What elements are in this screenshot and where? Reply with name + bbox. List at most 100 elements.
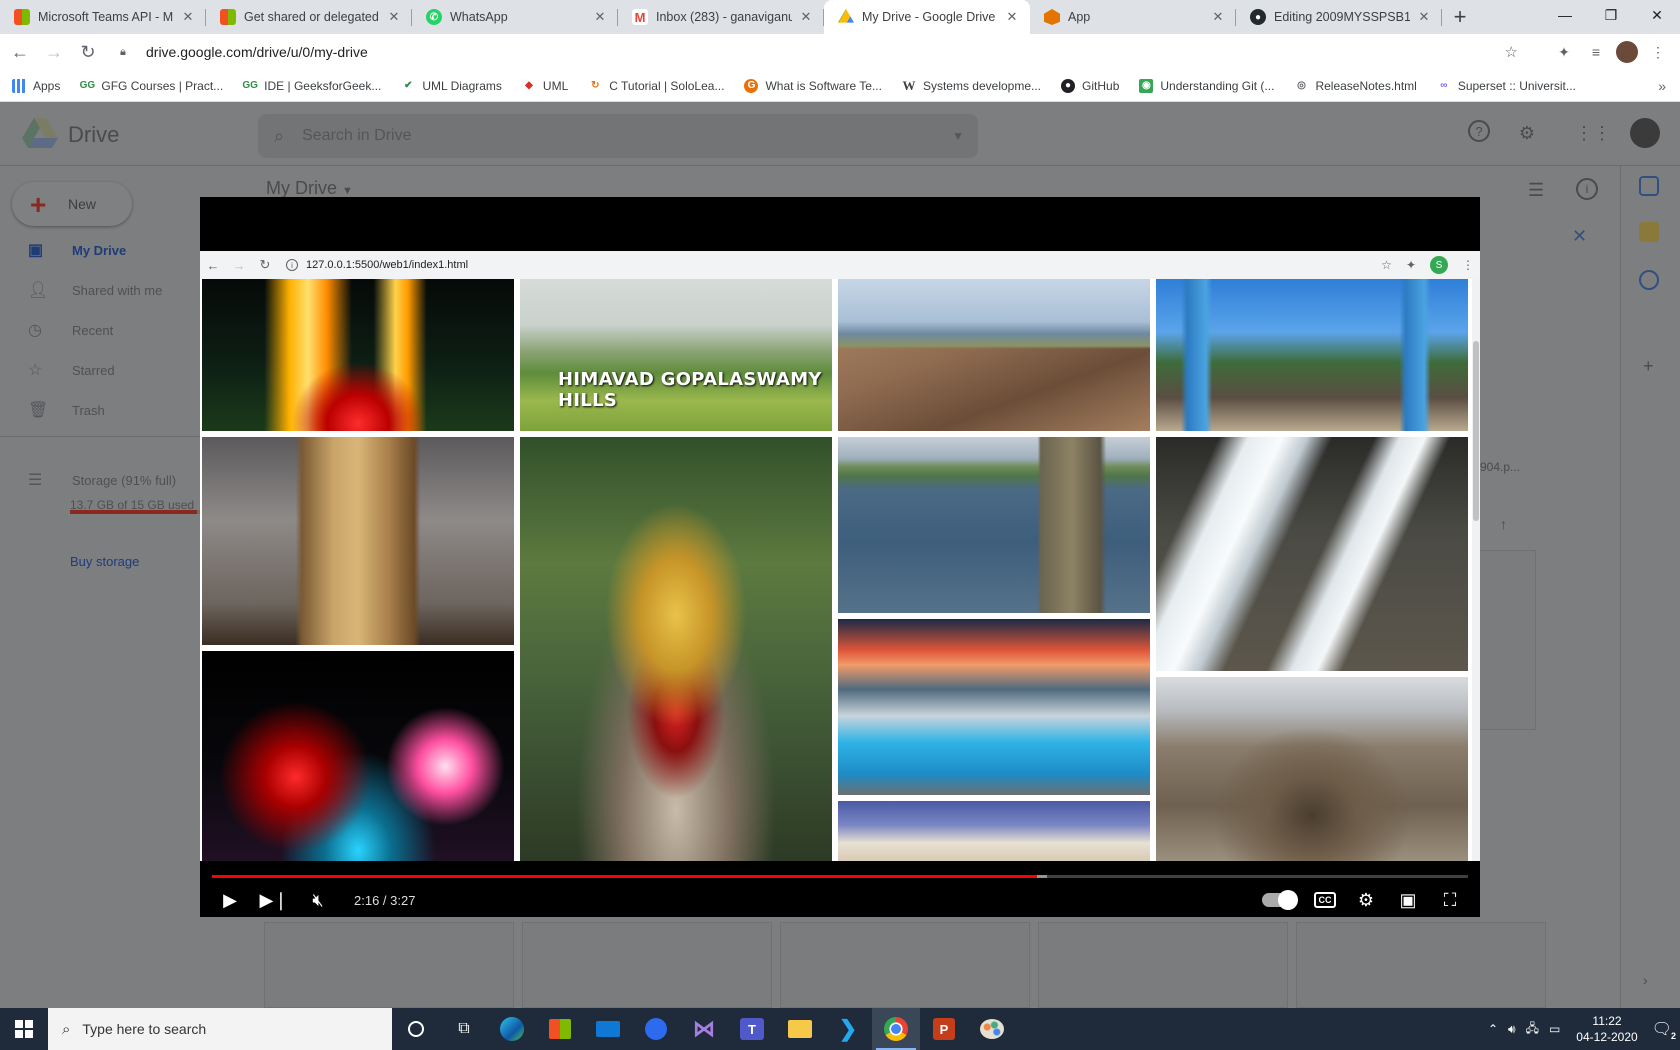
close-icon[interactable]: ✕ bbox=[798, 9, 814, 25]
notification-center-icon[interactable]: 🗨︎ 2 bbox=[1652, 1019, 1676, 1041]
search-options-icon[interactable]: ▼ bbox=[952, 129, 964, 143]
fullscreen-icon[interactable]: ⛶ bbox=[1438, 888, 1462, 912]
bookmark-item[interactable]: ◆ UML bbox=[522, 79, 568, 93]
apps-grid-icon[interactable]: ⋮⋮ bbox=[1575, 120, 1611, 146]
browser-tab[interactable]: App ✕ bbox=[1030, 0, 1236, 34]
add-addon-icon[interactable]: + bbox=[1643, 356, 1654, 377]
miniplayer-icon[interactable]: ▣ bbox=[1396, 888, 1420, 912]
bookmark-item[interactable]: ● GitHub bbox=[1061, 78, 1119, 93]
bookmark-item[interactable]: GG GFG Courses | Pract... bbox=[80, 79, 224, 93]
extensions-icon[interactable]: ✦ bbox=[1552, 40, 1576, 64]
captions-icon[interactable]: CC bbox=[1314, 892, 1336, 908]
sidebar-item-storage[interactable]: ☰ Storage (91% full) bbox=[28, 470, 176, 490]
video-progress-bar[interactable] bbox=[212, 875, 1468, 878]
cortana-button[interactable] bbox=[392, 1008, 440, 1050]
close-icon[interactable]: ✕ bbox=[386, 9, 402, 25]
expand-panel-icon[interactable]: › bbox=[1643, 972, 1648, 988]
bookmark-item[interactable]: GG IDE | GeeksforGeek... bbox=[242, 79, 381, 93]
file-thumbnail[interactable] bbox=[1038, 922, 1288, 1008]
settings-icon[interactable]: ⚙ bbox=[1514, 120, 1540, 146]
back-icon[interactable]: ← bbox=[6, 38, 34, 66]
tasks-icon[interactable] bbox=[1639, 270, 1659, 290]
close-icon[interactable]: ✕ bbox=[592, 9, 608, 25]
forward-icon[interactable]: → bbox=[40, 38, 68, 66]
browser-tab[interactable]: M Inbox (283) - ganaviganu3 ✕ bbox=[618, 0, 824, 34]
browser-tab[interactable]: ✆ WhatsApp ✕ bbox=[412, 0, 618, 34]
bookmark-item[interactable]: W Systems developme... bbox=[902, 78, 1041, 93]
browser-tab[interactable]: Get shared or delegated O ✕ bbox=[206, 0, 412, 34]
file-thumbnail[interactable] bbox=[780, 922, 1030, 1008]
drive-logo-icon[interactable] bbox=[22, 118, 58, 148]
browser-tab[interactable]: ● Editing 2009MYSSPSB1_W ✕ bbox=[1236, 0, 1442, 34]
media-controls-icon[interactable]: ≡ bbox=[1584, 40, 1608, 64]
bookmark-star-icon[interactable]: ☆ bbox=[1505, 43, 1518, 61]
autoplay-toggle[interactable] bbox=[1262, 890, 1298, 910]
chrome-app[interactable] bbox=[872, 1008, 920, 1050]
close-icon[interactable]: ✕ bbox=[1210, 9, 1226, 25]
volume-icon[interactable]: 🔊︎ bbox=[1508, 1022, 1516, 1037]
clock[interactable]: 11:22 04-12-2020 bbox=[1576, 1013, 1637, 1045]
close-icon[interactable]: ✕ bbox=[1416, 9, 1432, 25]
file-thumbnail[interactable] bbox=[264, 922, 514, 1008]
paint-app[interactable] bbox=[968, 1008, 1016, 1050]
close-window-icon[interactable]: ✕ bbox=[1634, 0, 1680, 30]
browser-tab[interactable]: Microsoft Teams API - Micr ✕ bbox=[0, 0, 206, 34]
calendar-icon[interactable] bbox=[1639, 176, 1659, 196]
tray-overflow-icon[interactable]: ⌃ bbox=[1488, 1022, 1498, 1036]
address-bar[interactable]: 🔒︎ drive.google.com/drive/u/0/my-drive ☆ bbox=[110, 38, 1526, 66]
account-avatar[interactable] bbox=[1630, 118, 1660, 148]
new-button[interactable]: + New bbox=[12, 182, 132, 226]
sidebar-item-starred[interactable]: ☆ Starred bbox=[28, 360, 115, 380]
reload-icon[interactable]: ↻ bbox=[74, 38, 102, 66]
edge-app[interactable] bbox=[488, 1008, 536, 1050]
page-title[interactable]: My Drive ▼ bbox=[266, 178, 353, 199]
task-view-button[interactable]: ⧉ bbox=[440, 1008, 488, 1050]
lock-icon[interactable]: 🔒︎ bbox=[120, 46, 134, 59]
bookmark-item[interactable]: ◉ Understanding Git (... bbox=[1139, 78, 1274, 93]
visual-studio-app[interactable]: ⋈ bbox=[680, 1008, 728, 1050]
bookmark-item[interactable]: ✔ UML Diagrams bbox=[401, 79, 502, 93]
help-icon[interactable]: ? bbox=[1468, 120, 1490, 142]
vscode-app[interactable]: ❯ bbox=[824, 1008, 872, 1050]
start-button[interactable] bbox=[0, 1008, 48, 1050]
restore-icon[interactable]: ❐ bbox=[1588, 0, 1634, 30]
new-tab-button[interactable]: + bbox=[1442, 0, 1478, 34]
info-icon[interactable]: i bbox=[1576, 178, 1598, 200]
bookmark-item[interactable]: ∞ Superset :: Universit... bbox=[1437, 79, 1576, 93]
network-icon[interactable]: 🖧 bbox=[1526, 1019, 1539, 1040]
sidebar-item-shared[interactable]: 👤︎ Shared with me bbox=[28, 280, 162, 300]
buy-storage-link[interactable]: Buy storage bbox=[70, 554, 139, 569]
drive-search-input[interactable]: ⌕ Search in Drive ▼ bbox=[258, 114, 978, 158]
muted-volume-icon[interactable]: 🔇︎ bbox=[306, 888, 330, 912]
battery-icon[interactable]: ▭ bbox=[1549, 1022, 1560, 1036]
bookmark-item[interactable]: G What is Software Te... bbox=[744, 78, 882, 93]
bookmark-item[interactable]: ↻ C Tutorial | SoloLea... bbox=[588, 79, 724, 93]
teams-app[interactable]: T bbox=[728, 1008, 776, 1050]
close-icon[interactable]: ✕ bbox=[180, 9, 196, 25]
sort-arrow-icon[interactable]: ↑ bbox=[1500, 516, 1507, 532]
profile-avatar[interactable] bbox=[1616, 41, 1638, 63]
settings-icon[interactable]: ⚙ bbox=[1354, 888, 1378, 912]
file-thumbnail[interactable] bbox=[522, 922, 772, 1008]
powerpoint-app[interactable]: P bbox=[920, 1008, 968, 1050]
mail-app[interactable] bbox=[584, 1008, 632, 1050]
close-icon[interactable]: ✕ bbox=[1572, 226, 1587, 247]
close-icon[interactable]: ✕ bbox=[1004, 9, 1020, 25]
keep-icon[interactable] bbox=[1639, 222, 1659, 242]
signal-app[interactable] bbox=[632, 1008, 680, 1050]
more-bookmarks-icon[interactable]: » bbox=[1658, 78, 1666, 94]
sidebar-item-my-drive[interactable]: ▣ My Drive bbox=[28, 240, 126, 260]
play-icon[interactable]: ▶ bbox=[218, 888, 242, 912]
browser-tab-active[interactable]: My Drive - Google Drive ✕ bbox=[824, 0, 1030, 34]
store-app[interactable] bbox=[536, 1008, 584, 1050]
bookmark-item[interactable]: ◎ ReleaseNotes.html bbox=[1294, 79, 1417, 93]
sidebar-item-trash[interactable]: 🗑︎ Trash bbox=[28, 400, 105, 420]
drive-app-name[interactable]: Drive bbox=[68, 122, 119, 148]
video-player[interactable]: ← → ↻ i 127.0.0.1:5500/web1/index1.html … bbox=[200, 197, 1480, 917]
taskbar-search-input[interactable]: ⌕ Type here to search bbox=[48, 1008, 392, 1050]
list-view-icon[interactable]: ☰ bbox=[1528, 180, 1544, 201]
file-thumbnail[interactable] bbox=[1296, 922, 1546, 1008]
next-icon[interactable]: ▶❘ bbox=[260, 888, 289, 912]
sidebar-item-recent[interactable]: ◷ Recent bbox=[28, 320, 113, 340]
bookmark-item[interactable]: Apps bbox=[12, 78, 60, 93]
